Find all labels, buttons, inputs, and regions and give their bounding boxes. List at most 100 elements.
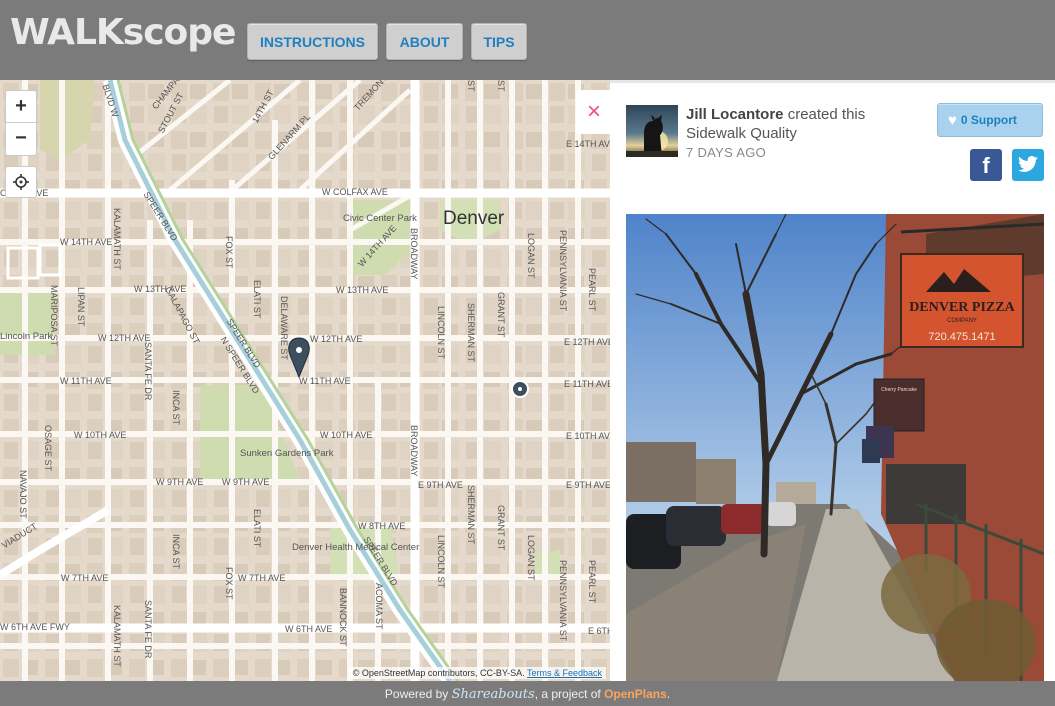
street-label: W 6TH AVE FWY xyxy=(0,622,70,632)
street-label: E 14TH AVE xyxy=(566,139,610,149)
site-logo[interactable]: WALKscope xyxy=(10,12,236,53)
byline: Jill Locantore created this Sidewalk Qua… xyxy=(686,105,906,143)
city-label: Denver xyxy=(443,208,505,229)
street-label: KALAMATH ST xyxy=(112,605,122,667)
street-label: MARIPOSA ST xyxy=(49,285,59,347)
street-label: FOX ST xyxy=(224,236,234,269)
street-label: W 9TH AVE xyxy=(156,477,204,487)
street-label: W 7TH AVE xyxy=(238,573,286,583)
close-panel-button[interactable]: × xyxy=(576,90,612,134)
street-label: W 6TH AVE xyxy=(285,624,333,634)
street-label: W 13TH AVE xyxy=(134,284,187,294)
street-label: E 11TH AVE xyxy=(564,379,610,389)
author-name[interactable]: Jill Locantore xyxy=(686,106,784,123)
place-detail-panel: Jill Locantore created this Sidewalk Qua… xyxy=(610,80,1055,681)
locate-button[interactable] xyxy=(5,166,37,198)
zoom-out-button[interactable]: − xyxy=(6,123,36,155)
street-label: W 14TH AVE xyxy=(60,237,113,247)
street-label: LIPAN ST xyxy=(76,287,86,327)
street-label: W 7TH AVE xyxy=(61,573,109,583)
street-label: GRANT ST xyxy=(496,292,506,338)
street-label: W 13TH AVE xyxy=(336,285,389,295)
street-label: INCA ST xyxy=(171,390,181,426)
map-view[interactable]: Denver Civic Center Park Lincoln Park Su… xyxy=(0,80,610,681)
nav-about-button[interactable]: ABOUT xyxy=(386,23,463,60)
map-attribution: © OpenStreetMap contributors, CC-BY-SA. … xyxy=(348,667,606,679)
street-label: PENNSYLVANIA ST xyxy=(558,560,568,642)
street-label: PENNSYLVANIA ST xyxy=(558,230,568,312)
photo-image: DENVER PIZZA COMPANY 720.475.1471 Cherry… xyxy=(626,214,1044,681)
street-label: NAVAJO ST xyxy=(18,470,28,519)
street-label: LOGAN ST xyxy=(526,535,536,581)
street-label: ELATI ST xyxy=(252,280,262,319)
twitter-share-button[interactable] xyxy=(1012,149,1044,181)
street-label: E 12TH AVE xyxy=(564,337,610,347)
footer-powered-by: Powered by xyxy=(384,687,452,701)
street-label: W 12TH AVE xyxy=(310,334,363,344)
attribution-text: © OpenStreetMap contributors, CC-BY-SA. xyxy=(352,668,525,678)
street-label: SHERMAN ST xyxy=(466,303,476,363)
street-label: GRANT ST xyxy=(496,505,506,551)
street-label: W 11TH AVE xyxy=(60,376,112,386)
shareabouts-link[interactable]: Shareabouts xyxy=(452,687,535,702)
street-label: BROADWAY xyxy=(409,228,419,280)
street-label: DELAWARE ST xyxy=(279,296,289,360)
park-label: Sunken Gardens Park xyxy=(240,448,334,459)
street-label: W 9TH AVE xyxy=(222,477,270,487)
street-label: W 10TH AVE xyxy=(320,430,373,440)
twitter-icon xyxy=(1018,156,1038,172)
street-label: E 6TH xyxy=(588,626,610,636)
site-footer: Powered by Shareabouts, a project of Ope… xyxy=(0,681,1055,706)
sign-phone: 720.475.1471 xyxy=(928,331,995,343)
footer-project-of: , a project of xyxy=(534,687,605,701)
nav-instructions-button[interactable]: INSTRUCTIONS xyxy=(247,23,378,60)
zoom-in-button[interactable]: + xyxy=(6,91,36,123)
park-label: Civic Center Park xyxy=(343,213,417,224)
street-label: W 11TH AVE xyxy=(299,376,351,386)
street-label: E 9TH AVE xyxy=(418,480,463,490)
street-label: ST xyxy=(466,80,476,92)
facebook-icon: f xyxy=(982,153,990,178)
place-photo[interactable]: DENVER PIZZA COMPANY 720.475.1471 Cherry… xyxy=(626,214,1044,681)
street-label: KALAMATH ST xyxy=(112,208,122,270)
street-label: E 10TH AVE xyxy=(566,431,610,441)
street-label: LINCOLN ST xyxy=(436,306,446,360)
street-label: PEARL ST xyxy=(587,560,597,604)
sign-text: DENVER PIZZA xyxy=(909,300,1015,315)
avatar-icon xyxy=(626,105,678,157)
crosshair-icon xyxy=(13,174,29,190)
street-label: LOGAN ST xyxy=(526,233,536,279)
facebook-share-button[interactable]: f xyxy=(970,149,1002,181)
street-label: W COLFAX AVE xyxy=(322,187,388,197)
heart-icon: ♥ xyxy=(948,112,957,129)
support-button[interactable]: ♥ 0 Support xyxy=(937,103,1043,137)
avatar-image xyxy=(626,115,678,157)
street-label: LINCOLN ST xyxy=(436,535,446,589)
street-label: W 8TH AVE xyxy=(358,521,406,531)
street-label: ACOMA ST xyxy=(374,583,384,630)
street-label: SANTA FE DR xyxy=(143,342,153,401)
street-label: PEARL ST xyxy=(587,268,597,312)
street-label: BANNOCK ST xyxy=(338,588,348,647)
small-sign-text: Cherry Pancake xyxy=(881,387,917,393)
openplans-link[interactable]: OpenPlans xyxy=(604,687,667,701)
street-label: FOX ST xyxy=(224,567,234,600)
footer-period: . xyxy=(666,687,671,701)
support-label: 0 Support xyxy=(960,113,1017,127)
timestamp: 7 DAYS AGO xyxy=(686,145,767,160)
street-label: ELATI ST xyxy=(252,509,262,548)
street-label: W 10TH AVE xyxy=(74,430,127,440)
terms-feedback-link[interactable]: Terms & Feedback xyxy=(527,668,602,678)
street-label: BROADWAY xyxy=(409,425,419,477)
nav-tips-button[interactable]: TIPS xyxy=(471,23,527,60)
street-label: SANTA FE DR xyxy=(143,600,153,659)
zoom-control: + − xyxy=(5,90,37,156)
park-label: Lincoln Park xyxy=(0,331,53,342)
place-label: Denver Health Medical Center xyxy=(292,542,420,553)
street-label: E 9TH AVE xyxy=(566,480,610,490)
street-label: INCA ST xyxy=(171,534,181,570)
street-label: OSAGE ST xyxy=(43,425,53,472)
site-header: WALKscope INSTRUCTIONS ABOUT TIPS xyxy=(0,0,1055,80)
street-label: SHERMAN ST xyxy=(466,485,476,545)
sign-subtext: COMPANY xyxy=(947,318,977,324)
